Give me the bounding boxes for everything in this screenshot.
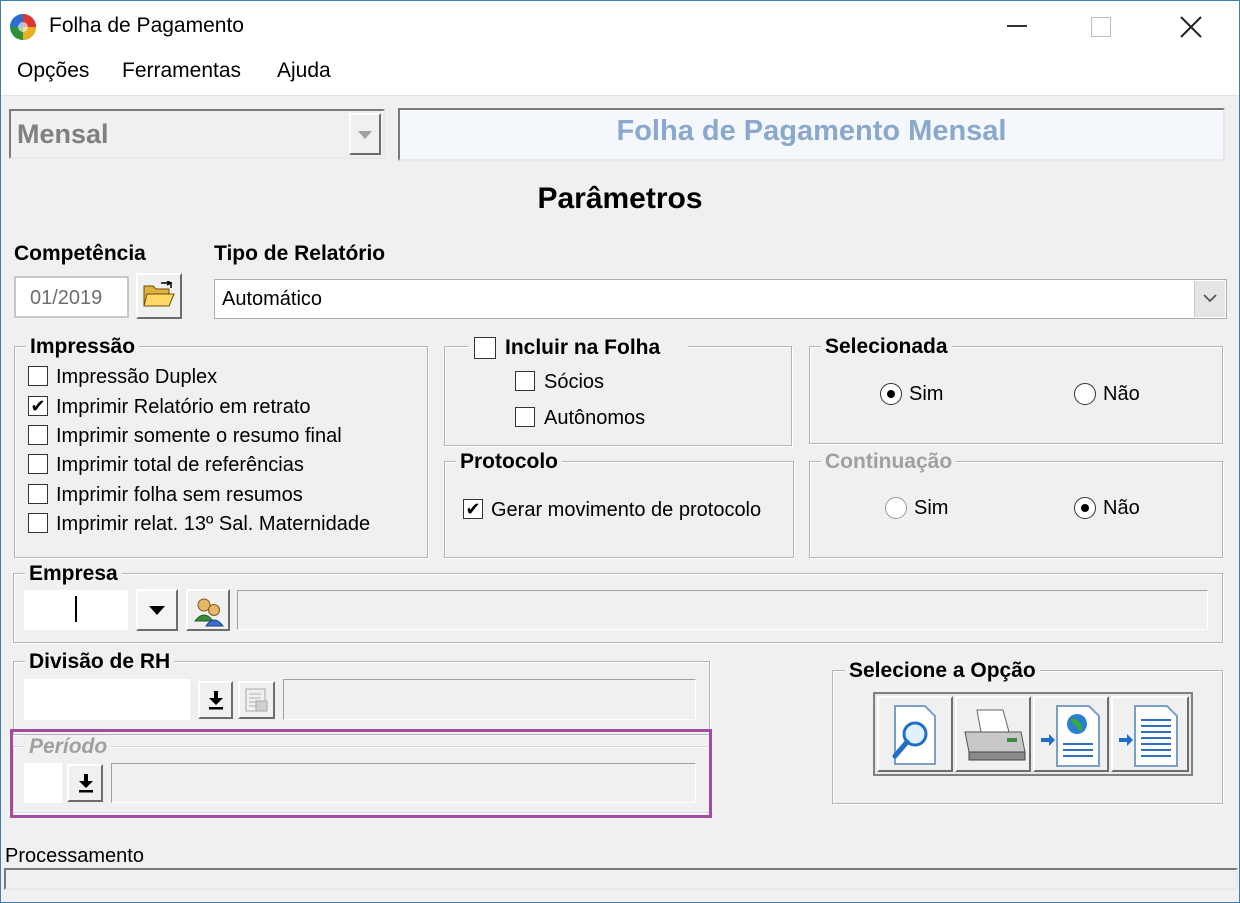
divisao-search-button[interactable] [238, 681, 275, 719]
close-button[interactable] [1179, 15, 1203, 39]
competencia-value: 01/2019 [30, 287, 103, 309]
gerar-protocolo-checkbox[interactable]: ✔ [463, 499, 483, 519]
text-cursor [75, 596, 77, 622]
total-referencias-checkbox[interactable] [28, 454, 48, 474]
menu-opcoes[interactable]: Opções [17, 59, 89, 83]
selecionada-nao-label: Não [1103, 383, 1140, 405]
competencia-label: Competência [14, 242, 146, 265]
empresa-legend: Empresa [25, 562, 122, 586]
empresa-dropdown-button[interactable] [136, 589, 178, 631]
chevron-down-icon [149, 606, 165, 615]
maternidade-label: Imprimir relat. 13º Sal. Maternidade [56, 513, 371, 535]
window-title: Folha de Pagamento [49, 14, 244, 37]
chevron-down-icon [358, 131, 372, 139]
divisao-legend: Divisão de RH [25, 650, 175, 674]
continuacao-nao-radio[interactable] [1074, 497, 1096, 519]
tipo-folha-value: Mensal [17, 119, 109, 149]
divisao-download-button[interactable] [198, 681, 233, 719]
empresa-name-field [237, 590, 1208, 630]
empresa-search-button[interactable] [186, 589, 230, 631]
retrato-label: Imprimir Relatório em retrato [56, 396, 311, 418]
incluir-legend: Incluir na Folha [505, 336, 661, 359]
continuacao-nao-label: Não [1103, 497, 1140, 519]
processamento-progress-bar [4, 868, 1238, 890]
tipo-folha-combo[interactable]: Mensal [9, 109, 385, 159]
menu-bar: Opções Ferramentas Ajuda [1, 51, 1239, 95]
processamento-label: Processamento [5, 845, 144, 867]
preview-button[interactable] [877, 696, 953, 772]
title-bar: Folha de Pagamento [1, 1, 1239, 51]
gerar-protocolo-label: Gerar movimento de protocolo [491, 499, 762, 521]
chevron-down-icon [1203, 294, 1217, 303]
total-referencias-label: Imprimir total de referências [56, 454, 304, 476]
opcoes-legend: Selecione a Opção [845, 659, 1040, 683]
sem-resumos-checkbox[interactable] [28, 484, 48, 504]
impressao-duplex-label: Impressão Duplex [56, 366, 218, 388]
selecionada-group [809, 346, 1223, 444]
tipo-relatorio-label: Tipo de Relatório [214, 242, 386, 265]
sem-resumos-label: Imprimir folha sem resumos [56, 484, 303, 506]
tipo-relatorio-select[interactable]: Automático [214, 279, 1227, 319]
divisao-code-input[interactable] [24, 679, 190, 720]
open-folder-button[interactable] [136, 273, 182, 319]
minimize-button[interactable] [1007, 25, 1027, 27]
divisao-name-field [283, 679, 696, 720]
socios-checkbox[interactable] [515, 371, 535, 391]
opcoes-toolbar [873, 692, 1193, 776]
preview-magnifier-icon [892, 705, 936, 765]
app-icon [10, 14, 36, 40]
folder-open-icon [143, 281, 175, 307]
resumo-final-label: Imprimir somente o resumo final [56, 425, 342, 447]
continuacao-group [809, 461, 1223, 558]
selecionada-nao-radio[interactable] [1074, 383, 1096, 405]
impressao-legend: Impressão [26, 335, 140, 359]
menu-ferramentas[interactable]: Ferramentas [122, 59, 241, 83]
people-icon [193, 598, 225, 627]
selecionada-sim-radio[interactable] [880, 383, 902, 405]
autonomos-checkbox[interactable] [515, 407, 535, 427]
selecionada-sim-label: Sim [909, 383, 944, 405]
incluir-checkbox[interactable] [474, 337, 496, 359]
menu-ajuda[interactable]: Ajuda [277, 59, 331, 83]
banner-panel: Folha de Pagamento Mensal [398, 108, 1225, 161]
tipo-relatorio-dropdown-button[interactable] [1194, 281, 1225, 317]
printer-icon [964, 709, 1026, 761]
export-web-button[interactable] [1033, 696, 1109, 772]
empresa-code-input[interactable] [24, 590, 128, 630]
selecionada-legend: Selecionada [821, 335, 952, 359]
resumo-final-checkbox[interactable] [28, 425, 48, 445]
maternidade-checkbox[interactable] [28, 513, 48, 533]
tipo-folha-dropdown-button[interactable] [349, 113, 381, 155]
socios-label: Sócios [544, 371, 605, 393]
competencia-field[interactable]: 01/2019 [14, 276, 129, 318]
continuacao-sim-label: Sim [914, 497, 949, 519]
impressao-duplex-checkbox[interactable] [28, 366, 48, 386]
print-button[interactable] [955, 696, 1031, 772]
continuacao-sim-radio[interactable] [885, 497, 907, 519]
periodo-highlight-box [10, 729, 712, 818]
page-title: Parâmetros [537, 182, 703, 215]
banner-title: Folha de Pagamento Mensal [616, 115, 1007, 147]
continuacao-legend: Continuação [821, 450, 957, 474]
maximize-button[interactable] [1091, 17, 1111, 37]
download-arrow-icon [209, 691, 223, 710]
document-disabled-icon [245, 688, 268, 712]
export-document-icon [1119, 705, 1178, 767]
tipo-relatorio-value: Automático [222, 288, 323, 310]
export-globe-icon [1041, 705, 1100, 767]
autonomos-label: Autônomos [544, 407, 646, 429]
protocolo-legend: Protocolo [456, 450, 562, 474]
export-text-button[interactable] [1111, 696, 1189, 772]
retrato-checkbox[interactable]: ✔ [28, 396, 48, 416]
menu-separator [1, 95, 1239, 96]
